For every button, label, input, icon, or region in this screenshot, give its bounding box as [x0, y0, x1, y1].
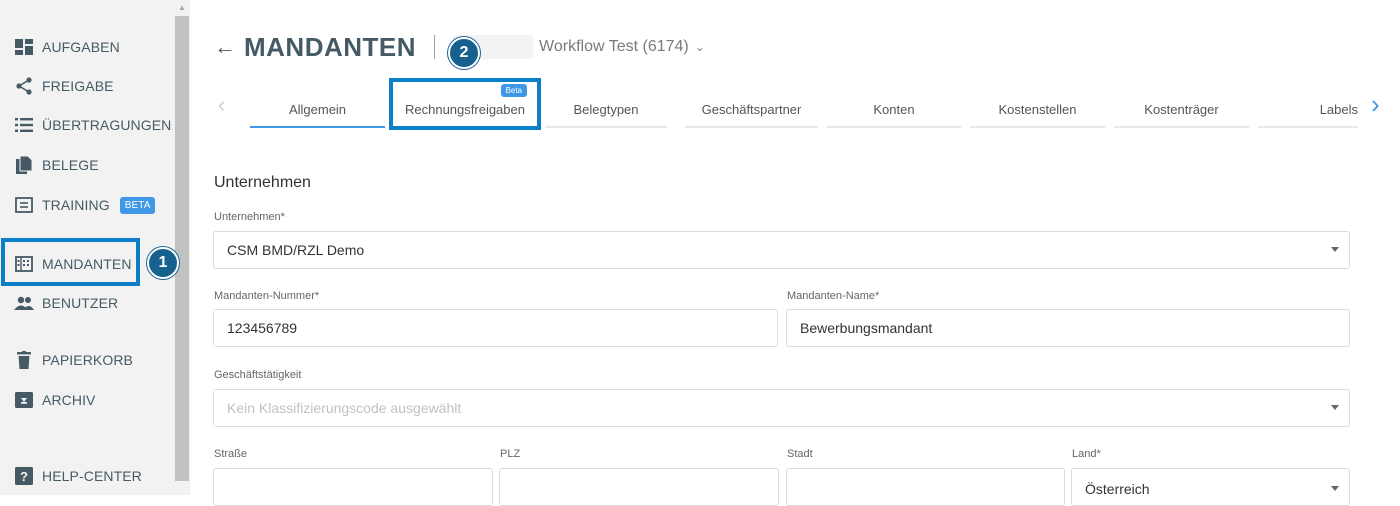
sidebar-item-label: PAPIERKORB [42, 352, 133, 368]
carousel-prev-icon[interactable]: ‹ [218, 92, 225, 118]
city-field[interactable] [786, 468, 1065, 506]
sidebar-item-benutzer[interactable]: BENUTZER [14, 293, 118, 313]
sidebar-item-label: BELEGE [42, 157, 99, 173]
sidebar-item-papierkorb[interactable]: PAPIERKORB [14, 350, 133, 370]
sidebar-item-help-center[interactable]: ? HELP-CENTER [14, 466, 142, 486]
users-icon [14, 294, 34, 312]
sidebar-item-belege[interactable]: BELEGE [14, 155, 99, 175]
zip-field[interactable] [499, 468, 779, 506]
sidebar-item-freigabe[interactable]: FREIGABE [14, 76, 114, 96]
caret-down-icon [1331, 247, 1339, 252]
carousel-next-icon[interactable]: › [1371, 89, 1380, 120]
tab-kostentraeger[interactable]: Kostenträger [1114, 100, 1249, 128]
activity-label: Geschäftstätigkeit [214, 369, 302, 381]
client-number-label: Mandanten-Nummer* [214, 290, 320, 302]
company-select[interactable]: CSM BMD/RZL Demo [213, 231, 1350, 269]
archive-icon [14, 391, 34, 409]
sidebar-item-label: FREIGABE [42, 78, 114, 94]
header-divider [434, 35, 436, 59]
back-arrow-icon[interactable]: ← [214, 34, 236, 60]
sidebar-item-label: TRAINING [42, 197, 110, 213]
sidebar-item-label: ARCHIV [42, 392, 96, 408]
chevron-down-icon[interactable]: ⌄ [695, 40, 705, 54]
documents-icon [14, 156, 34, 174]
highlight-box-rechnungsfreigaben [389, 78, 541, 130]
sidebar-item-label: BENUTZER [42, 295, 119, 311]
dashboard-icon [14, 38, 34, 56]
street-label: Straße [214, 448, 248, 460]
sidebar-scrollbar-thumb[interactable] [175, 16, 189, 481]
step-marker-1: 1 [147, 247, 179, 279]
activity-select[interactable]: Kein Klassifizierungscode ausgewählt [213, 389, 1350, 427]
tab-kostenstellen[interactable]: Kostenstellen [970, 100, 1105, 128]
sidebar-item-aufgaben[interactable]: AUFGABEN [14, 37, 120, 57]
company-value: CSM BMD/RZL Demo [227, 242, 365, 258]
client-name-field[interactable]: Bewerbungsmandant [786, 309, 1350, 347]
client-name-label: Mandanten-Name* [787, 290, 880, 302]
highlight-box-mandanten [1, 238, 140, 286]
activity-placeholder: Kein Klassifizierungscode ausgewählt [227, 400, 462, 416]
client-number-field[interactable]: 123456789 [213, 309, 778, 347]
trash-icon [14, 351, 34, 369]
page-title: MANDANTEN [244, 31, 417, 62]
share-icon [14, 77, 34, 95]
city-label: Stadt [787, 448, 813, 460]
country-label: Land* [1072, 448, 1101, 460]
help-icon: ? [14, 467, 34, 485]
zip-label: PLZ [500, 448, 521, 460]
sidebar-item-label: AUFGABEN [42, 39, 120, 55]
beta-badge: BETA [119, 196, 156, 214]
training-icon [14, 196, 34, 214]
tab-labels[interactable]: Labels [1258, 100, 1358, 128]
tab-geschaeftspartner[interactable]: Geschäftspartner [685, 100, 818, 128]
sidebar-item-uebertragungen[interactable]: ÜBERTRAGUNGEN [14, 115, 171, 135]
tab-belegtypen[interactable]: Belegtypen [545, 100, 667, 128]
step-marker-2: 2 [448, 37, 480, 69]
company-label: Unternehmen* [214, 211, 285, 223]
sidebar-item-label: ÜBERTRAGUNGEN [42, 117, 172, 133]
sidebar-item-archiv[interactable]: ARCHIV [14, 390, 96, 410]
tab-konten[interactable]: Konten [827, 100, 961, 128]
country-select[interactable]: Österreich [1071, 468, 1350, 506]
caret-down-icon [1331, 405, 1339, 410]
tab-allgemein[interactable]: Allgemein [250, 100, 385, 128]
scroll-up-arrow-icon[interactable]: ▲ [175, 2, 189, 14]
client-selector[interactable]: Workflow Test (6174) [539, 38, 689, 56]
street-field[interactable] [213, 468, 493, 506]
sidebar-item-training[interactable]: TRAINING BETA [14, 195, 156, 215]
list-icon [14, 116, 34, 134]
svg-text:?: ? [20, 469, 28, 484]
caret-down-icon [1331, 486, 1339, 491]
section-title: Unternehmen [214, 174, 311, 191]
sidebar-item-label: HELP-CENTER [42, 468, 142, 484]
